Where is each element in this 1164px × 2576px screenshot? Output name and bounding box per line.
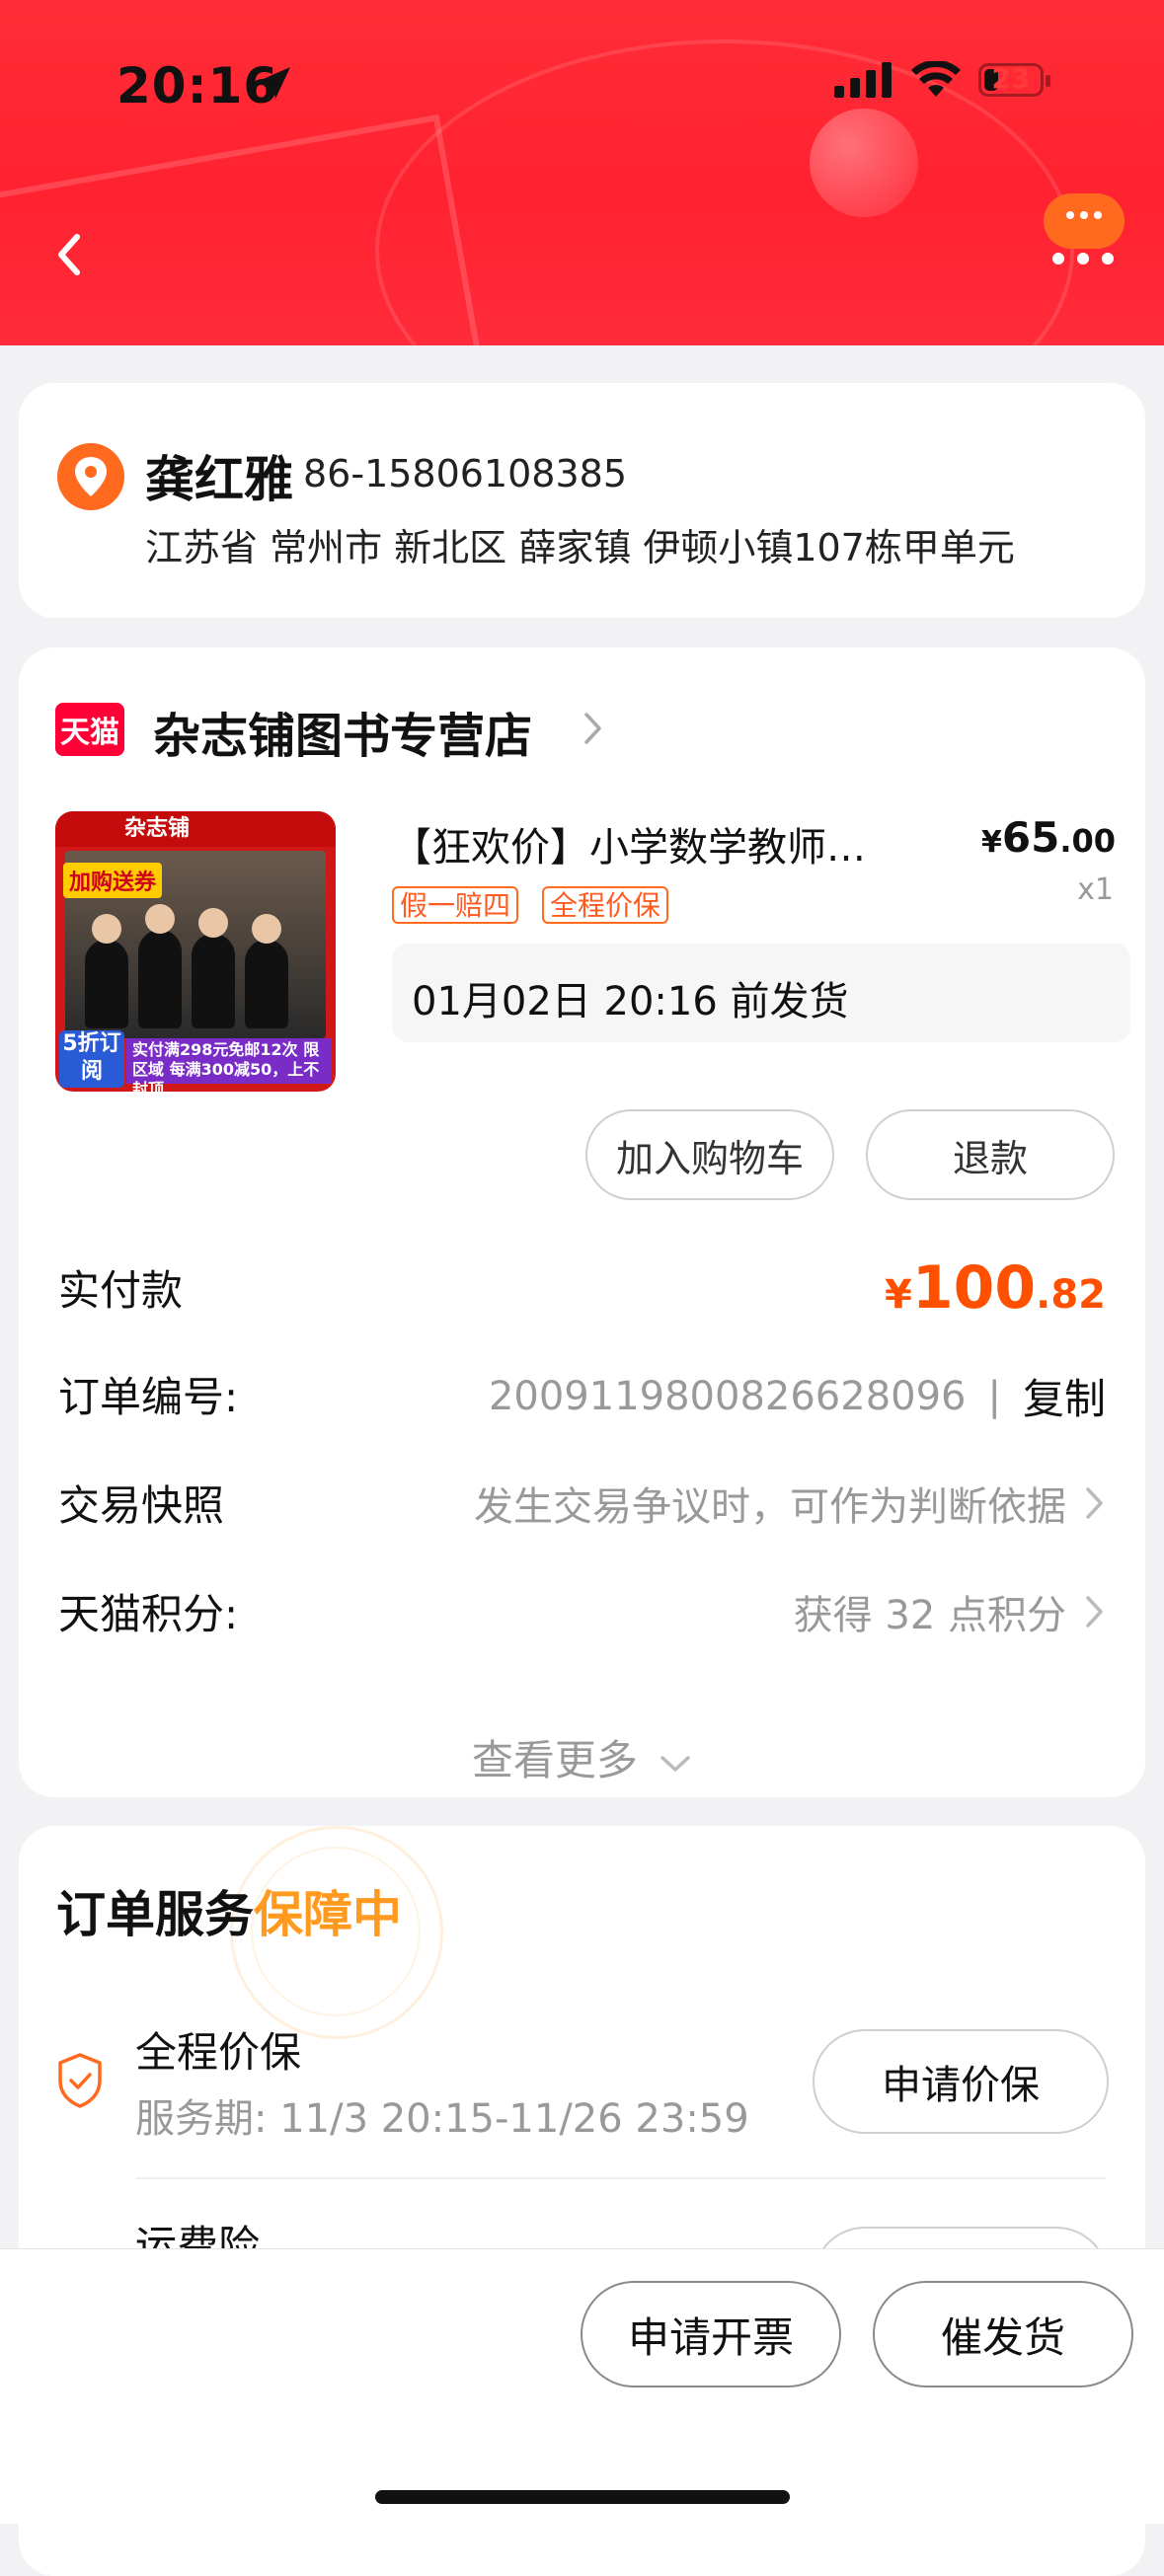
points-label: 天猫积分: bbox=[58, 1590, 239, 1638]
battery-icon: 23 bbox=[978, 62, 1050, 97]
chevron-right-icon bbox=[1086, 1487, 1103, 1519]
apply-price-protect-button[interactable]: 申请价保 bbox=[813, 2029, 1109, 2134]
receiver-name: 龚红雅 bbox=[145, 451, 293, 508]
copy-button[interactable]: 复制 bbox=[1023, 1366, 1106, 1426]
guarantee-tag: 假一赔四 bbox=[392, 886, 519, 924]
chevron-right-icon[interactable] bbox=[582, 709, 605, 748]
product-image[interactable]: 杂志铺 加购送券 5折订阅 实付满298元免邮12次 限区域 每满300减50，… bbox=[55, 811, 336, 1092]
location-pin-icon bbox=[57, 443, 124, 510]
status-indicators: 23 bbox=[834, 61, 1050, 99]
apply-invoice-button[interactable]: 申请开票 bbox=[581, 2281, 841, 2387]
product-image-brand: 杂志铺 bbox=[55, 811, 336, 847]
order-card: 天猫 杂志铺图书专营店 杂志铺 加购送券 5折订阅 实付满298元免邮12次 限… bbox=[19, 647, 1145, 1797]
shield-icon bbox=[58, 2053, 102, 2108]
separator: | bbox=[987, 1373, 1001, 1419]
tmall-badge: 天猫 bbox=[55, 703, 124, 756]
ship-deadline-text: 01月02日 20:16 前发货 bbox=[412, 979, 849, 1024]
more-button[interactable] bbox=[1044, 193, 1125, 249]
service-item-period: 服务期: 11/3 20:15-11/26 23:59 bbox=[135, 2096, 749, 2142]
wifi-icon bbox=[911, 61, 961, 97]
product-quantity: x1 bbox=[1077, 872, 1114, 907]
location-arrow-icon bbox=[259, 67, 290, 99]
payment-amount: ¥100.82 bbox=[885, 1253, 1106, 1323]
points-row[interactable]: 获得 32 点积分 bbox=[794, 1583, 1106, 1640]
urge-shipment-button[interactable]: 催发货 bbox=[873, 2281, 1133, 2387]
divider bbox=[135, 2177, 1106, 2179]
chevron-right-icon bbox=[1086, 1596, 1103, 1628]
header-banner: 20:16 23 bbox=[0, 0, 1164, 345]
service-status: 保障中 bbox=[254, 1886, 402, 1943]
service-title: 订单服务保障中 bbox=[56, 1886, 402, 1943]
order-number-row: 2009119800826628096 | 复制 bbox=[489, 1366, 1106, 1426]
product-title[interactable]: 【狂欢价】小学数学教师… bbox=[392, 815, 945, 872]
points-value: 获得 32 点积分 bbox=[793, 1593, 1066, 1638]
ship-deadline: 01月02日 20:16 前发货 bbox=[392, 944, 1130, 1042]
menu-dots-icon[interactable] bbox=[1048, 249, 1118, 268]
signal-icon bbox=[834, 62, 892, 98]
payment-label: 实付款 bbox=[58, 1266, 184, 1315]
snapshot-value: 发生交易争议时，可作为判断依据 bbox=[474, 1484, 1066, 1530]
product-image-promo: 加购送券 bbox=[63, 863, 163, 898]
order-number-label: 订单编号: bbox=[58, 1373, 239, 1421]
back-icon[interactable] bbox=[45, 225, 95, 284]
ellipsis-icon bbox=[1066, 211, 1102, 219]
add-to-cart-button[interactable]: 加入购物车 bbox=[585, 1109, 834, 1200]
order-number-value: 2009119800826628096 bbox=[488, 1373, 967, 1419]
address-card[interactable]: 龚红雅 86-15806108385 江苏省 常州市 新北区 薛家镇 伊顿小镇1… bbox=[19, 383, 1145, 618]
receiver-address: 江苏省 常州市 新北区 薛家镇 伊顿小镇107栋甲单元 bbox=[145, 526, 1015, 569]
bottom-action-bar: 申请开票 催发货 bbox=[0, 2248, 1164, 2524]
price-protect-tag: 全程价保 bbox=[542, 886, 669, 924]
receiver-phone: 86-15806108385 bbox=[303, 452, 628, 495]
see-more-button[interactable]: 查看更多 bbox=[19, 1727, 1145, 1787]
snapshot-label: 交易快照 bbox=[58, 1481, 225, 1530]
snapshot-row[interactable]: 发生交易争议时，可作为判断依据 bbox=[474, 1475, 1106, 1532]
battery-level: 23 bbox=[991, 62, 1031, 95]
header-decoration bbox=[810, 109, 918, 217]
product-image-strip: 实付满298元免邮12次 限区域 每满300减50，上不封顶 bbox=[126, 1038, 332, 1092]
product-image-discount: 5折订阅 bbox=[59, 1030, 124, 1088]
see-more-label: 查看更多 bbox=[471, 1736, 638, 1784]
refund-button[interactable]: 退款 bbox=[866, 1109, 1115, 1200]
home-indicator[interactable] bbox=[375, 2490, 790, 2504]
shop-name[interactable]: 杂志铺图书专营店 bbox=[153, 697, 532, 766]
product-price: ¥65.00 bbox=[980, 813, 1116, 862]
service-item-name: 全程价保 bbox=[135, 2028, 302, 2077]
chevron-down-icon bbox=[660, 1756, 690, 1772]
